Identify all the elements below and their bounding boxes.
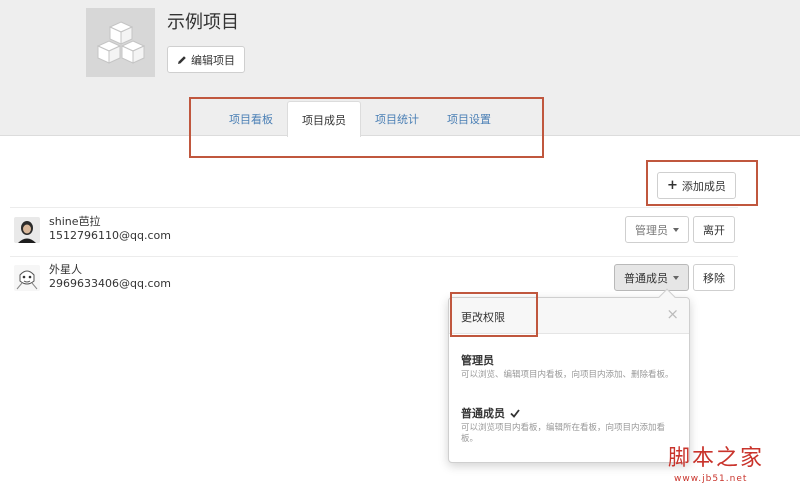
- member-email: 1512796110@qq.com: [49, 229, 171, 242]
- add-member-label: 添加成员: [681, 179, 726, 193]
- permission-option-desc: 可以浏览项目内看板，编辑所在看板，向项目内添加看板。: [461, 423, 666, 444]
- row-divider: [10, 207, 738, 208]
- cubes-icon: [96, 20, 145, 64]
- annotation-box-tabs: [189, 97, 544, 158]
- annotation-box-popover-title: [450, 292, 538, 337]
- leave-button[interactable]: 离开: [693, 216, 735, 243]
- member-name: shine芭拉: [49, 215, 101, 228]
- remove-button[interactable]: 移除: [693, 264, 735, 291]
- edit-project-button[interactable]: 编辑项目: [167, 46, 245, 73]
- project-title: 示例项目: [167, 12, 239, 33]
- avatar: [14, 217, 40, 243]
- member-email: 2969633406@qq.com: [49, 277, 171, 290]
- member-row: shine芭拉 1512796110@qq.com 管理员 离开: [10, 212, 738, 256]
- close-icon[interactable]: ×: [666, 305, 679, 323]
- permission-option-member[interactable]: 普通成员: [461, 405, 520, 421]
- leave-label: 离开: [703, 223, 725, 237]
- avatar: [14, 265, 40, 291]
- role-label: 普通成员: [624, 271, 668, 285]
- permission-option-admin[interactable]: 管理员: [461, 352, 494, 368]
- plus-icon: +: [667, 178, 678, 193]
- permission-option-title: 管理员: [461, 354, 494, 367]
- row-divider: [10, 256, 738, 257]
- check-icon: [510, 408, 520, 418]
- edit-project-label: 编辑项目: [191, 53, 235, 67]
- role-dropdown-button[interactable]: 管理员: [625, 216, 689, 243]
- add-member-button[interactable]: + 添加成员: [657, 172, 736, 199]
- permission-option-desc: 可以浏览、编辑项目内看板，向项目内添加、删除看板。: [461, 370, 674, 380]
- caret-down-icon: [673, 227, 679, 232]
- watermark-logo: 脚本之家: [668, 446, 765, 471]
- permission-option-title: 普通成员: [461, 407, 505, 420]
- pencil-icon: [178, 55, 186, 64]
- member-name: 外星人: [49, 263, 82, 276]
- role-dropdown-button[interactable]: 普通成员: [614, 264, 689, 291]
- role-label: 管理员: [635, 223, 668, 237]
- project-thumbnail: [86, 8, 155, 77]
- caret-down-icon: [673, 275, 679, 280]
- watermark-url: www.jb51.net: [674, 474, 748, 484]
- remove-label: 移除: [703, 271, 725, 285]
